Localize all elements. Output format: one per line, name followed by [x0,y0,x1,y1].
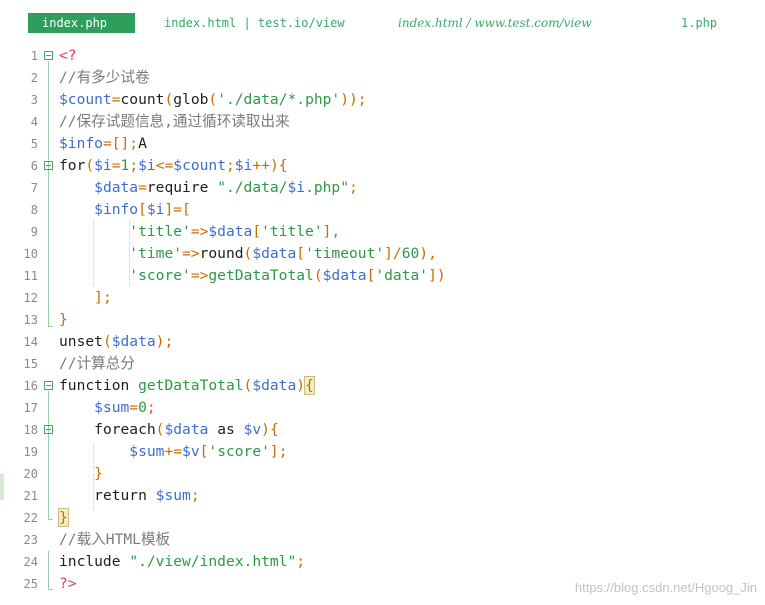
line-number: 8 [30,203,38,217]
fold-toggle-icon[interactable] [44,161,53,170]
code-line[interactable]: 15 //计算总分 [0,353,765,375]
line-number: 17 [23,401,38,415]
code-line[interactable]: 24 include "./view/index.html"; [0,551,765,573]
line-number: 23 [23,533,38,547]
code-text: } [58,508,69,527]
code-line[interactable]: 13} [0,309,765,331]
code-line[interactable]: 16 function getDataTotal($data){ [0,375,765,397]
line-number: 19 [23,445,38,459]
code-text: include "./view/index.html"; [59,553,306,570]
line-number: 13 [23,313,38,327]
code-line[interactable]: 2 //有多少试卷 [0,67,765,89]
watermark: https://blog.csdn.net/Hgoog_Jin [574,580,757,595]
line-number: 11 [23,269,38,283]
line-number: 16 [23,379,38,393]
code-text: <? [59,47,77,64]
line-number: 3 [30,93,38,107]
code-line[interactable]: 6 for($i=1;$i<=$count;$i++){ [0,155,765,177]
code-text: $info=[];A [59,135,147,152]
tab-index-html-www-test-com[interactable]: index.html / www.test.com/view [398,13,592,33]
code-text: } [59,311,68,328]
code-line[interactable]: 23 //载入HTML模板 [0,529,765,551]
code-text: $sum=0; [94,399,156,416]
line-number: 4 [30,115,38,129]
line-number: 18 [23,423,38,437]
line-number: 1 [30,49,38,63]
line-number: 25 [23,577,38,591]
line-number: 12 [23,291,38,305]
code-line[interactable]: 14 unset($data); [0,331,765,353]
code-text: $count=count(glob('./data/*.php')); [59,91,367,108]
code-text: //计算总分 [59,355,135,372]
code-text: //保存试题信息,通过循环读取出来 [59,113,290,130]
line-number: 10 [23,247,38,261]
code-text: ?> [59,575,77,592]
code-line[interactable]: 4 //保存试题信息,通过循环读取出来 [0,111,765,133]
code-line[interactable]: 1 <? [0,45,765,67]
code-text: //载入HTML模板 [59,531,171,548]
line-number: 14 [23,335,38,349]
code-line[interactable]: 21 return $sum; [0,485,765,507]
tab-bar: index.php index.html | test.io/view inde… [0,0,765,44]
code-line[interactable]: 10 'time'=>round($data['timeout']/60), [0,243,765,265]
code-editor[interactable]: 1 <? 2 //有多少试卷 3 $count=count(glob('./data/*.… [0,44,765,605]
code-text: foreach($data as $v){ [94,421,279,438]
tab-index-html-test-io[interactable]: index.html | test.io/view [164,13,345,33]
code-text: 'title'=>$data['title'], [129,223,341,240]
code-line[interactable]: 12 ]; [0,287,765,309]
line-number: 7 [30,181,38,195]
code-text: unset($data); [59,333,174,350]
code-line[interactable]: 7 $data=require "./data/$i.php"; [0,177,765,199]
code-text: //有多少试卷 [59,69,150,86]
code-line[interactable]: 20 } [0,463,765,485]
line-number: 24 [23,555,38,569]
code-text: $data=require "./data/$i.php"; [94,179,358,196]
code-line[interactable]: 19 $sum+=$v['score']; [0,441,765,463]
code-line[interactable]: 9 'title'=>$data['title'], [0,221,765,243]
code-text: 'time'=>round($data['timeout']/60), [129,245,437,262]
code-line[interactable]: 18 foreach($data as $v){ [0,419,765,441]
code-text: return $sum; [94,487,200,504]
line-number: 15 [23,357,38,371]
line-number: 6 [30,159,38,173]
fold-toggle-icon[interactable] [44,425,53,434]
line-number: 2 [30,71,38,85]
tab-1-php[interactable]: 1.php [681,13,717,33]
line-number: 22 [23,511,38,525]
code-text: for($i=1;$i<=$count;$i++){ [59,157,288,174]
code-text: $sum+=$v['score']; [129,443,288,460]
code-text: 'score'=>getDataTotal($data['data']) [129,267,446,284]
line-number: 9 [30,225,38,239]
line-number: 20 [23,467,38,481]
code-text: function getDataTotal($data){ [59,376,315,395]
fold-toggle-icon[interactable] [44,381,53,390]
code-text: } [94,465,103,482]
code-line[interactable]: 17 $sum=0; [0,397,765,419]
code-text: $info[$i]=[ [94,201,191,218]
code-text: ]; [94,289,112,306]
tab-index-php[interactable]: index.php [28,13,135,33]
fold-toggle-icon[interactable] [44,51,53,60]
line-number: 21 [23,489,38,503]
code-line[interactable]: 5 $info=[];A [0,133,765,155]
line-number: 5 [30,137,38,151]
code-line[interactable]: 11 'score'=>getDataTotal($data['data']) [0,265,765,287]
code-line[interactable]: 22} [0,507,765,529]
code-line[interactable]: 8 $info[$i]=[ [0,199,765,221]
code-line[interactable]: 3 $count=count(glob('./data/*.php')); [0,89,765,111]
